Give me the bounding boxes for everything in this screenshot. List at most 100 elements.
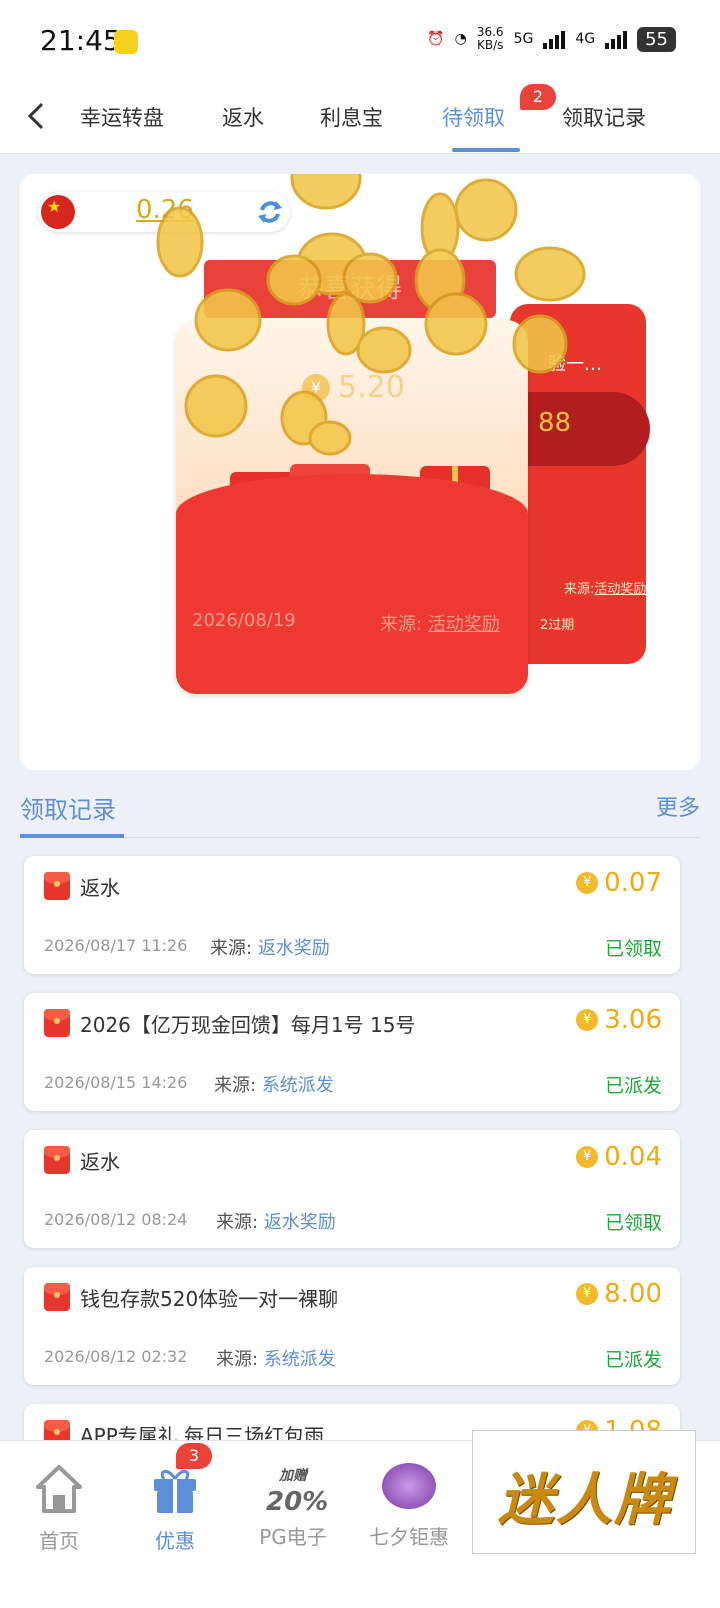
tab-claim-history[interactable]: 领取记录	[562, 102, 646, 132]
record-status: 已派发	[604, 1349, 662, 1371]
yen-coin-icon: ¥	[576, 1009, 599, 1031]
back-arrow-icon[interactable]	[22, 96, 52, 136]
record-date: 2026/08/12 08:24	[44, 1210, 188, 1229]
back-envelope-title: 验一…	[548, 354, 602, 375]
balance-value: 0.26	[136, 195, 194, 225]
brand-logo[interactable]: 迷人牌	[472, 1430, 696, 1554]
record-amount-value: 0.07	[604, 868, 662, 898]
back-source-value[interactable]: 活动奖励	[594, 582, 646, 597]
status-bar: 21:45 ⏰ ◔ 36.6 KB/s 5G 4G 55	[0, 0, 720, 84]
record-source-value: 系统派发	[261, 1075, 334, 1096]
record-name: 返水	[80, 876, 120, 900]
nav-home-label: 首页	[39, 1529, 79, 1553]
red-envelope-icon	[44, 1283, 70, 1311]
more-link[interactable]: 更多	[656, 790, 700, 822]
nav-qixi-label: 七夕钜惠	[369, 1525, 449, 1549]
tab-pending[interactable]: 待领取	[442, 102, 505, 132]
app-notification-icon	[114, 30, 138, 54]
yen-coin-icon: ¥	[576, 1283, 599, 1305]
signal-icon-2	[605, 29, 628, 49]
bonus-20-icon: 加赠 20%	[266, 1463, 328, 1515]
status-indicators: ⏰ ◔ 36.6 KB/s 5G 4G 55	[427, 26, 676, 52]
records-header: 领取记录 更多	[20, 786, 700, 838]
record-amount: ¥8.00	[576, 1279, 662, 1309]
back-envelope-amount: 88	[538, 408, 572, 438]
record-source: 来源: 系统派发	[216, 1345, 336, 1371]
record-name: 返水	[80, 1150, 120, 1174]
top-tab-bar: 幸运转盘 返水 利息宝 待领取 2 领取记录	[0, 84, 720, 154]
record-source-label: 来源:	[216, 1349, 259, 1370]
tab-interest[interactable]: 利息宝	[320, 102, 383, 132]
front-source-label: 来源:	[380, 614, 423, 635]
qixi-promo-icon	[382, 1463, 436, 1509]
home-icon	[36, 1465, 82, 1513]
record-amount-value: 8.00	[604, 1279, 662, 1309]
china-flag-icon	[41, 195, 75, 229]
record-source: 来源: 系统派发	[214, 1071, 334, 1097]
record-date: 2026/08/12 02:32	[44, 1347, 188, 1366]
record-source-label: 来源:	[216, 1212, 259, 1233]
status-time: 21:45	[40, 24, 121, 57]
tab-rebate[interactable]: 返水	[222, 102, 264, 132]
active-tab-indicator	[452, 148, 520, 152]
envelope-amount: ¥ 5.20	[302, 370, 405, 405]
network-5g: 5G	[513, 31, 534, 47]
record-source: 来源: 返水奖励	[210, 934, 330, 960]
signal-icon	[543, 29, 566, 49]
record-status: 已领取	[604, 1212, 662, 1234]
network-4g: 4G	[575, 31, 596, 47]
envelope-date: 2026/08/19	[192, 610, 296, 631]
speedometer-icon: ◔	[454, 31, 467, 47]
bonus-icon-pct: 20%	[266, 1487, 329, 1517]
nav-home[interactable]: 首页	[4, 1463, 114, 1554]
record-amount-value: 0.04	[604, 1142, 662, 1172]
pending-count-badge: 2	[520, 84, 556, 110]
record-status: 已领取	[604, 938, 662, 960]
record-name: 钱包存款520体验一对一裸聊	[80, 1287, 339, 1311]
tab-lucky-wheel[interactable]: 幸运转盘	[80, 102, 164, 132]
record-amount: ¥0.07	[576, 868, 662, 898]
record-source: 来源: 返水奖励	[216, 1208, 336, 1234]
records-title[interactable]: 领取记录	[20, 790, 116, 825]
record-status: 已派发	[604, 1075, 662, 1097]
list-item[interactable]: 2026【亿万现金回馈】每月1号 15号 ¥3.06 2026/08/15 14…	[24, 993, 680, 1111]
list-item[interactable]: 返水 ¥0.07 2026/08/17 11:26 来源: 返水奖励 已领取	[24, 856, 680, 974]
envelope-ribbon-title: 恭喜获得	[204, 260, 496, 318]
record-amount: ¥0.04	[576, 1142, 662, 1172]
back-envelope-expire: 2过期	[540, 618, 575, 633]
nav-promotions[interactable]: 优惠	[120, 1463, 230, 1554]
record-source-label: 来源:	[214, 1075, 257, 1096]
promotions-badge: 3	[176, 1443, 212, 1469]
balance-pill: 0.26	[38, 192, 290, 232]
refresh-icon[interactable]	[256, 198, 284, 226]
back-envelope-source: 来源:活动奖励	[564, 578, 646, 597]
nav-pg-label: PG电子	[259, 1525, 327, 1549]
envelope-pocket	[176, 474, 528, 694]
record-amount: ¥3.06	[576, 1005, 662, 1035]
record-date: 2026/08/17 11:26	[44, 936, 188, 955]
list-item[interactable]: 返水 ¥0.04 2026/08/12 08:24 来源: 返水奖励 已领取	[24, 1130, 680, 1248]
brand-logo-text: 迷人牌	[498, 1468, 672, 1533]
net-speed: 36.6 KB/s	[477, 26, 504, 52]
record-name: 2026【亿万现金回馈】每月1号 15号	[80, 1013, 416, 1037]
red-envelope-icon	[44, 872, 70, 900]
reward-hero-card: 0.26 验一… 88 来源:活动奖励 2过期 恭喜获得 ¥ 5.20 2026…	[20, 174, 700, 770]
front-source-value[interactable]: 活动奖励	[428, 614, 500, 635]
list-item[interactable]: 钱包存款520体验一对一裸聊 ¥8.00 2026/08/12 02:32 来源…	[24, 1267, 680, 1385]
nav-promotions-label: 优惠	[155, 1529, 195, 1553]
back-source-label: 来源:	[564, 582, 595, 597]
nav-pg-electronic[interactable]: 加赠 20% PG电子	[238, 1463, 348, 1550]
envelope-amount-value: 5.20	[338, 370, 405, 405]
records-title-underline	[20, 834, 124, 838]
yen-coin-icon: ¥	[576, 872, 599, 894]
record-source-label: 来源:	[210, 938, 253, 959]
net-speed-unit: KB/s	[477, 38, 504, 52]
record-amount-value: 3.06	[604, 1005, 662, 1035]
envelope-source: 来源: 活动奖励	[380, 610, 500, 636]
alarm-icon: ⏰	[427, 31, 445, 47]
nav-qixi[interactable]: 七夕钜惠	[354, 1463, 464, 1550]
bonus-icon-text: 加赠	[279, 1468, 307, 1484]
gift-icon	[154, 1470, 196, 1513]
record-date: 2026/08/15 14:26	[44, 1073, 188, 1092]
yen-coin-icon: ¥	[302, 373, 330, 402]
